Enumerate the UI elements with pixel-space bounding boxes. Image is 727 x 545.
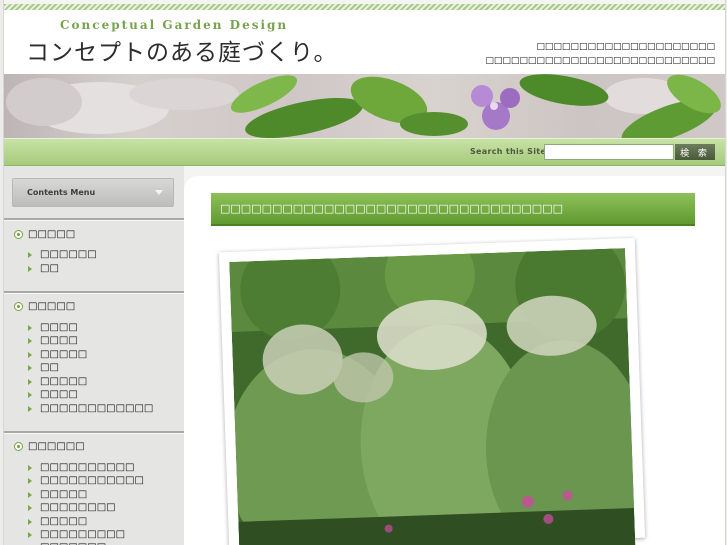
photo-frame — [218, 237, 646, 545]
arrow-right-icon — [28, 364, 32, 371]
site-title[interactable]: コンセプトのある庭づくり。 — [26, 33, 338, 67]
search-button[interactable]: 検 索 — [675, 144, 715, 160]
menu-item[interactable]: □□□□□ — [28, 489, 87, 500]
menu-item-label[interactable]: □□□□ — [40, 389, 78, 400]
arrow-right-icon — [28, 324, 32, 331]
menu-item-label[interactable]: □□□□□ — [40, 376, 87, 387]
menu-section-title: □□□□□ — [14, 229, 75, 240]
search-bar: Search this Site 検 索 — [4, 138, 725, 166]
arrow-right-icon — [28, 531, 32, 538]
arrow-right-icon — [28, 378, 32, 385]
arrow-right-icon — [28, 337, 32, 344]
arrow-right-icon — [28, 405, 32, 412]
flower-shape — [471, 85, 493, 107]
menu-item[interactable]: □□ — [28, 263, 59, 274]
arrow-right-icon — [28, 351, 32, 358]
menu-item[interactable]: □□□□□□□□□□□ — [28, 475, 144, 486]
menu-item[interactable]: □□□□□□ — [28, 249, 97, 260]
menu-section-title: □□□□□□ — [14, 441, 85, 452]
tagline-line: □□□□□□□□□□□□□□□□□□□□□ — [536, 42, 715, 52]
main-content: □□□□□□□□□□□□□□□□□□□□□□□□□□□□□□□□□ — [184, 176, 725, 545]
menu-item-label[interactable]: □□□□□□□□ — [40, 502, 116, 513]
menu-item[interactable]: □□□□ — [28, 335, 78, 346]
menu-item[interactable]: □□□□□□□□□□ — [28, 462, 134, 473]
search-input[interactable] — [544, 144, 674, 160]
seashell-shape — [129, 78, 239, 110]
entry-title-bar: □□□□□□□□□□□□□□□□□□□□□□□□□□□□□□□□□ — [211, 193, 695, 226]
arrow-right-icon — [28, 464, 32, 471]
menu-item-label[interactable]: □□□□□ — [40, 516, 87, 527]
menu-item-label[interactable]: □□□□□ — [40, 349, 87, 360]
section-divider — [4, 291, 184, 294]
menu-item[interactable]: □□□□□□□□ — [28, 502, 116, 513]
seashell-shape — [6, 78, 82, 126]
arrow-right-icon — [28, 265, 32, 272]
menu-section-title-text: □□□□□ — [28, 301, 76, 312]
tagline-line: □□□□□□□□□□□□□□□□□□□□□□□□□□□ — [485, 56, 715, 66]
bullet-icon — [14, 442, 23, 451]
menu-item-label[interactable]: □□□□□□ — [40, 249, 97, 260]
site-tagline: □□□□□□□□□□□□□□□□□□□□□ □□□□□□□□□□□□□□□□□□… — [485, 40, 715, 68]
arrow-right-icon — [28, 518, 32, 525]
sidebar: Contents Menu □□□□□ □□□□□□ □□ □□□□□ □□□□… — [4, 166, 184, 545]
menu-item[interactable]: □□□□□□□□□ — [28, 529, 125, 540]
menu-item-label[interactable]: □□ — [40, 263, 59, 274]
menu-section-title-text: □□□□□□ — [28, 441, 85, 452]
arrow-right-icon — [28, 391, 32, 398]
section-divider — [4, 218, 184, 221]
menu-item-label[interactable]: □□□□□□□□□□ — [40, 462, 134, 473]
menu-section-title: □□□□□ — [14, 301, 75, 312]
arrow-right-icon — [28, 504, 32, 511]
page: Conceptual Garden Design コンセプトのある庭づくり。 □… — [3, 0, 726, 545]
arrow-right-icon — [28, 251, 32, 258]
menu-item[interactable]: □□ — [28, 362, 59, 373]
menu-item[interactable]: □□□□□ — [28, 516, 87, 527]
search-label: Search this Site — [470, 147, 547, 156]
menu-item[interactable]: □□□□ — [28, 389, 78, 400]
menu-section-title-text: □□□□□ — [28, 229, 76, 240]
menu-item-label[interactable]: □□□□ — [40, 322, 78, 333]
menu-item-label[interactable]: □□□□□ — [40, 489, 87, 500]
menu-item[interactable]: □□□□□ — [28, 349, 87, 360]
leaf-shape — [400, 112, 468, 136]
bullet-icon — [14, 302, 23, 311]
menu-item-label[interactable]: □□ — [40, 362, 59, 373]
header-banner-image — [4, 74, 725, 138]
contents-menu-label: Contents Menu — [27, 188, 96, 197]
arrow-right-icon — [28, 477, 32, 484]
site-header: Conceptual Garden Design コンセプトのある庭づくり。 □… — [4, 10, 725, 74]
chevron-down-icon — [155, 190, 163, 195]
bullet-icon — [14, 230, 23, 239]
leaf-shape — [519, 74, 609, 106]
contents-menu-header[interactable]: Contents Menu — [12, 178, 174, 207]
menu-item[interactable]: □□□□□□□□□□□□ — [28, 403, 153, 414]
garden-photo — [229, 248, 636, 545]
section-divider — [4, 431, 184, 434]
flower-shape — [500, 88, 520, 108]
menu-item-label[interactable]: □□□□□□□□□□□ — [40, 475, 144, 486]
flower-shape — [490, 102, 498, 110]
menu-item-label[interactable]: □□□□□□□□□□□□ — [40, 403, 153, 414]
menu-item[interactable]: □□□□□ — [28, 376, 87, 387]
menu-item-label[interactable]: □□□□ — [40, 335, 78, 346]
menu-item-label[interactable]: □□□□□□□□□ — [40, 529, 125, 540]
arrow-right-icon — [28, 491, 32, 498]
site-name-english[interactable]: Conceptual Garden Design — [60, 18, 288, 32]
entry-title[interactable]: □□□□□□□□□□□□□□□□□□□□□□□□□□□□□□□□□ — [220, 202, 563, 215]
menu-item[interactable]: □□□□ — [28, 322, 78, 333]
